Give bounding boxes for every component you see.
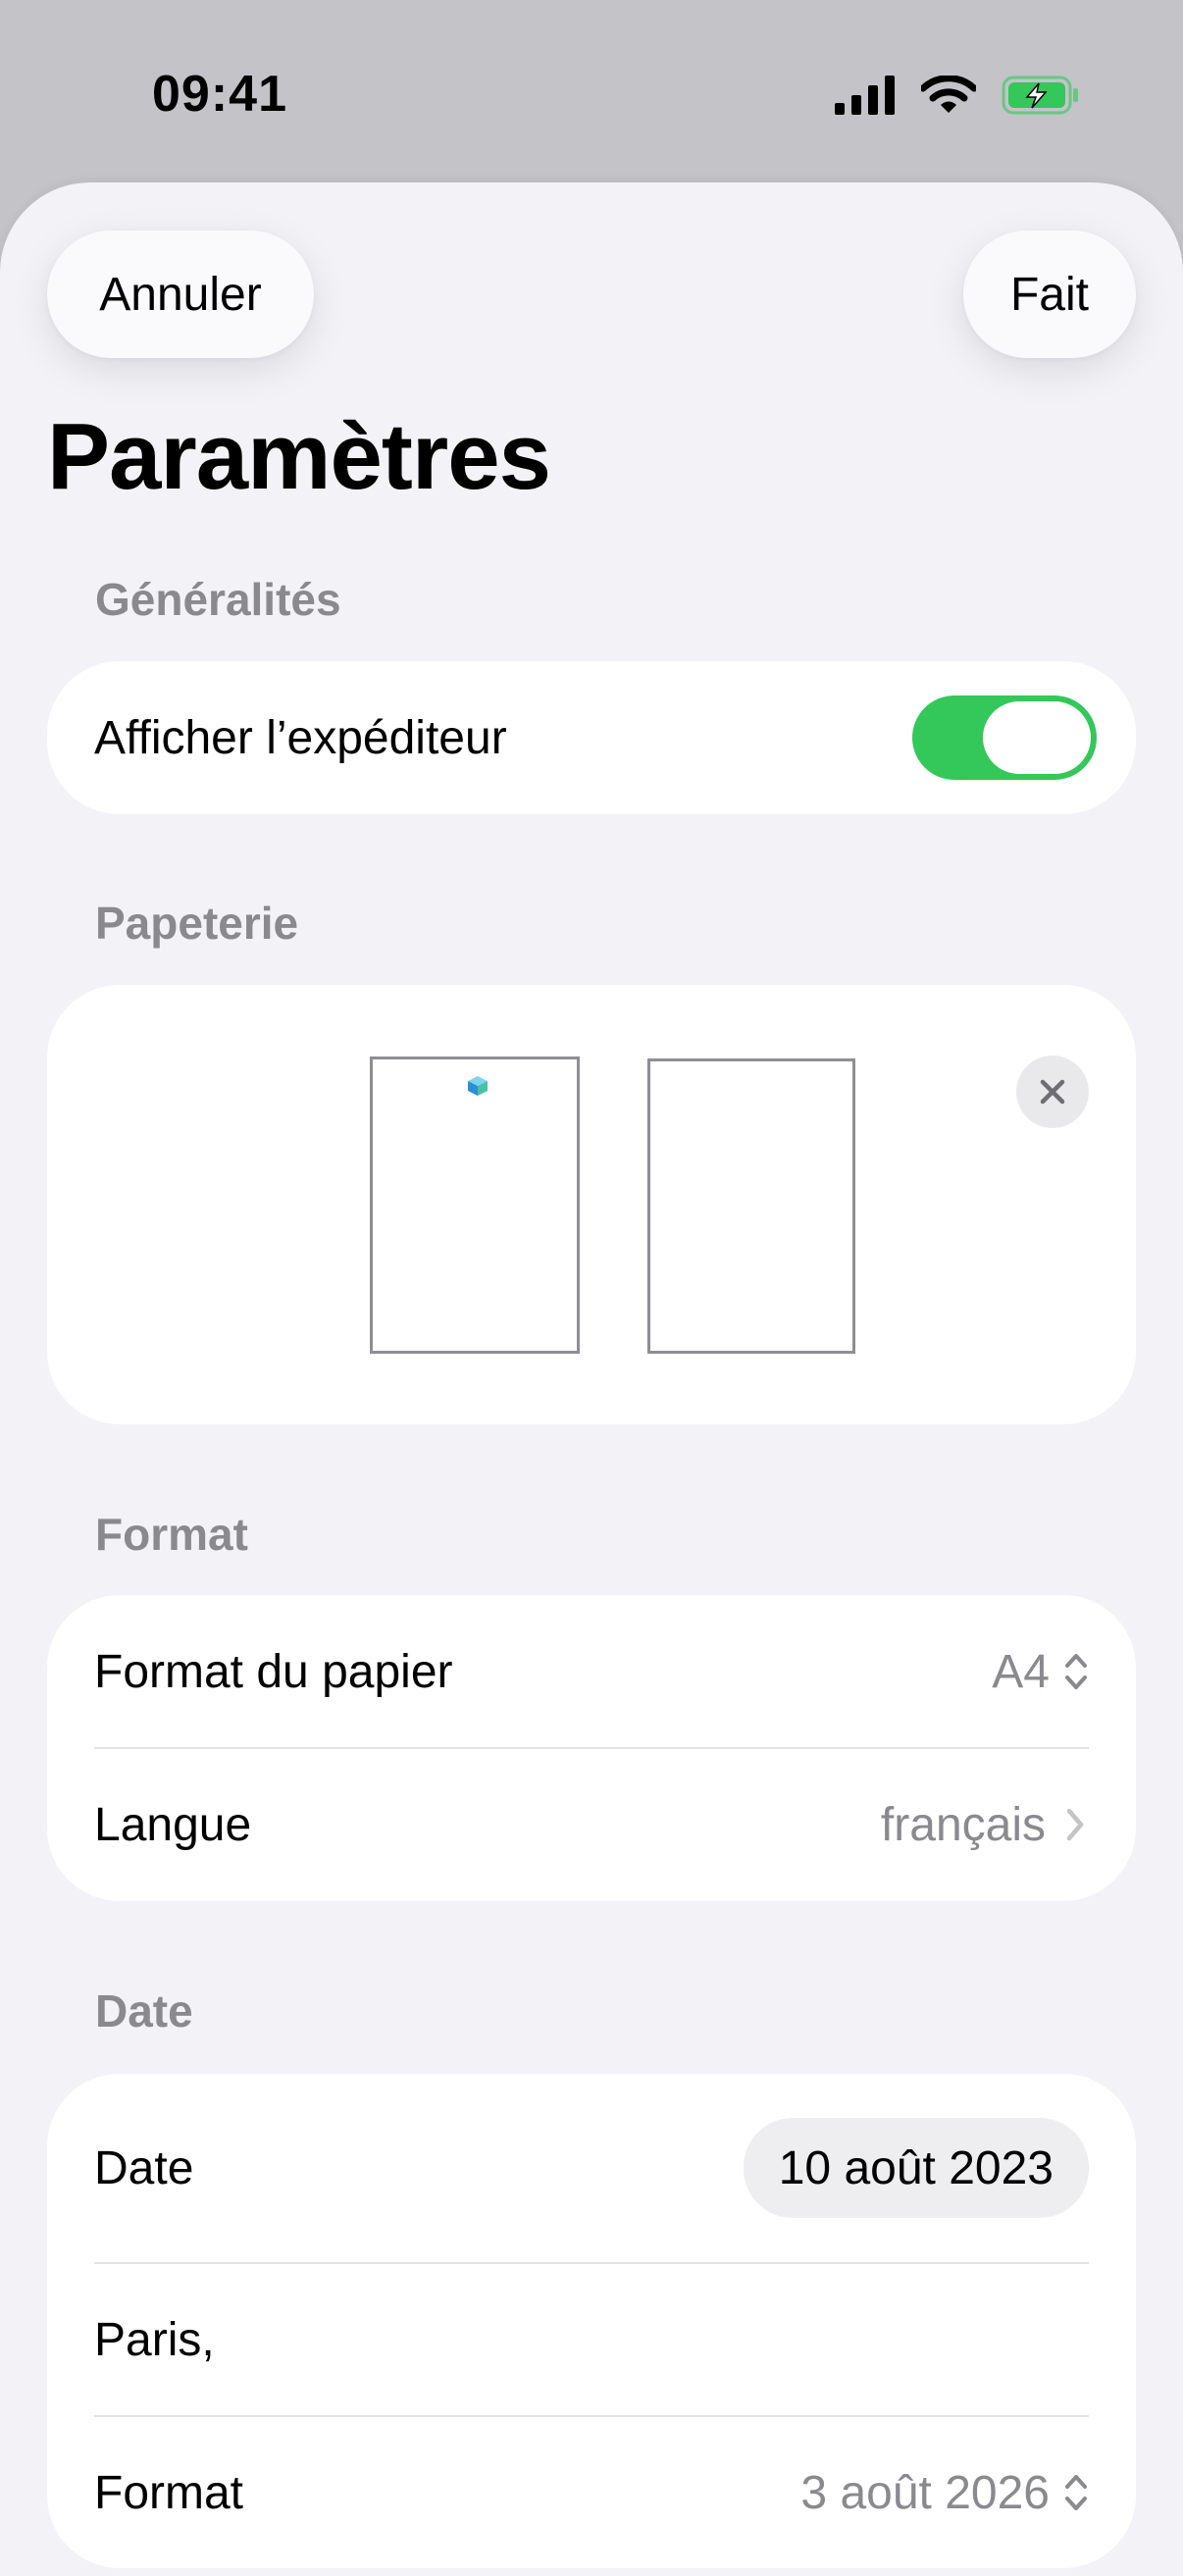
paper-size-value: A4 [992,1645,1050,1698]
status-time: 09:41 [152,66,287,123]
chevron-up-down-icon [1065,1654,1087,1689]
done-button[interactable]: Fait [963,231,1136,358]
remove-stationery-button[interactable] [1016,1056,1089,1128]
date-row: Date 10 août 2023 [94,2074,1089,2262]
date-card: Date 10 août 2023 Paris, Format 3 août 2… [47,2074,1136,2568]
date-format-label: Format [94,2466,244,2519]
cancel-button[interactable]: Annuler [47,231,314,358]
stationery-page-second[interactable] [647,1058,855,1354]
page-title: Paramètres [47,404,551,509]
toggle-knob [983,701,1091,774]
chevron-right-icon [1066,1808,1084,1841]
section-header-format: Format [95,1509,248,1560]
status-icons [835,71,1080,120]
section-header-general: Généralités [95,574,341,625]
date-format-value: 3 août 2026 [800,2466,1050,2519]
section-header-stationery: Papeterie [95,898,299,949]
cube-logo-icon [468,1076,488,1096]
battery-charging-icon [1002,76,1078,115]
stationery-page-first[interactable] [370,1056,580,1354]
stationery-card [47,985,1136,1424]
section-header-date: Date [95,1985,193,2036]
show-sender-toggle[interactable] [912,696,1097,780]
format-card: Format du papier A4 Langue français [47,1595,1136,1901]
chevron-up-down-icon [1065,2475,1087,2510]
wifi-icon [921,76,976,113]
date-format-row[interactable]: Format 3 août 2026 [94,2417,1089,2568]
place-text-field[interactable]: Paris, [94,2313,215,2367]
status-bar: 09:41 [0,0,1183,186]
place-row[interactable]: Paris, [94,2264,1089,2415]
show-sender-label: Afficher l’expéditeur [94,711,507,764]
close-icon [1040,1079,1065,1105]
paper-size-row[interactable]: Format du papier A4 [94,1595,1089,1748]
date-label: Date [94,2141,194,2194]
language-label: Langue [94,1798,252,1851]
general-card: Afficher l’expéditeur [47,661,1136,814]
paper-size-label: Format du papier [94,1645,453,1698]
date-picker-button[interactable]: 10 août 2023 [743,2118,1089,2218]
language-row[interactable]: Langue français [94,1748,1089,1901]
cellular-signal-icon [835,76,895,115]
settings-sheet: Annuler Fait Paramètres Généralités Affi… [0,182,1183,2576]
language-value: français [880,1798,1046,1851]
